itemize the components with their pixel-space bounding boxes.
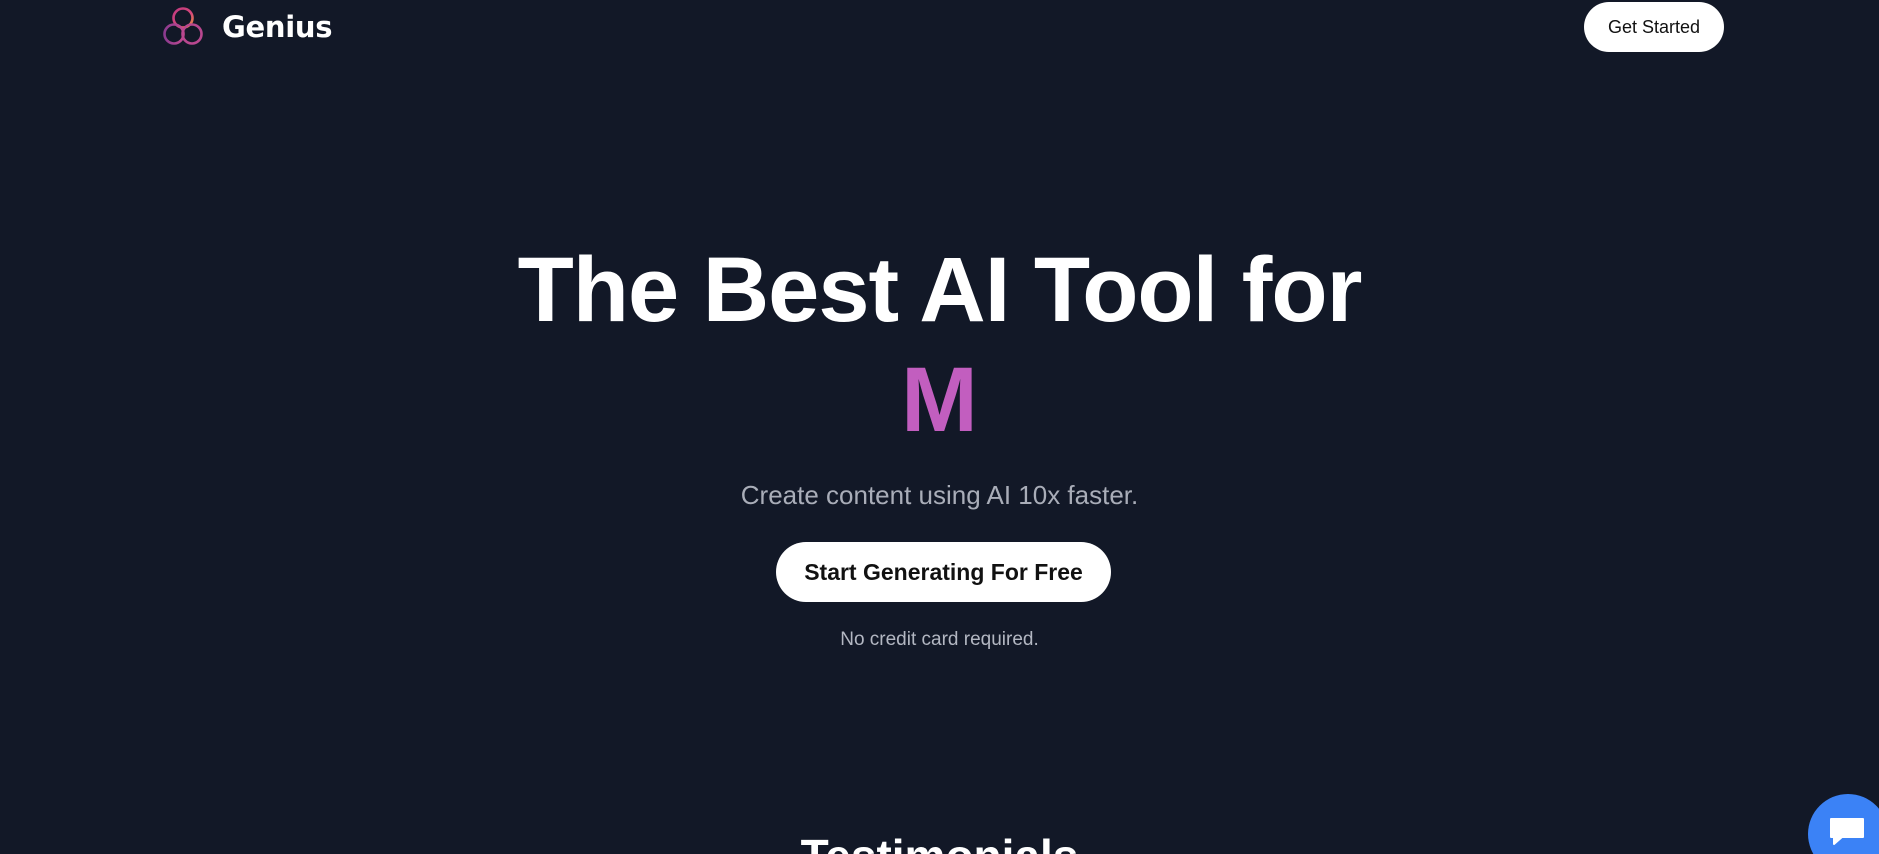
hero-subtitle: Create content using AI 10x faster. [740,480,1139,510]
hero-headline: The Best AI Tool for [517,239,1363,341]
interlocking-rings-logo-icon [163,7,203,45]
testimonials-heading: Testimonials [0,826,1879,854]
start-generating-button[interactable]: Start Generating For Free [776,542,1111,602]
brand-name: Genius [222,10,333,44]
landing-page: Genius Get Started The Best AI Tool for … [0,0,1879,854]
brand-link[interactable]: Genius [160,4,332,50]
navbar: Genius Get Started [0,0,1879,56]
chat-widget-button[interactable] [1808,794,1879,854]
chat-bubble-icon [1830,818,1864,845]
get-started-button[interactable]: Get Started [1584,2,1724,52]
no-credit-card-note: No credit card required. [840,629,1039,650]
hero-section: The Best AI Tool for M [0,235,1879,455]
hero-typed-text: M [901,349,978,451]
